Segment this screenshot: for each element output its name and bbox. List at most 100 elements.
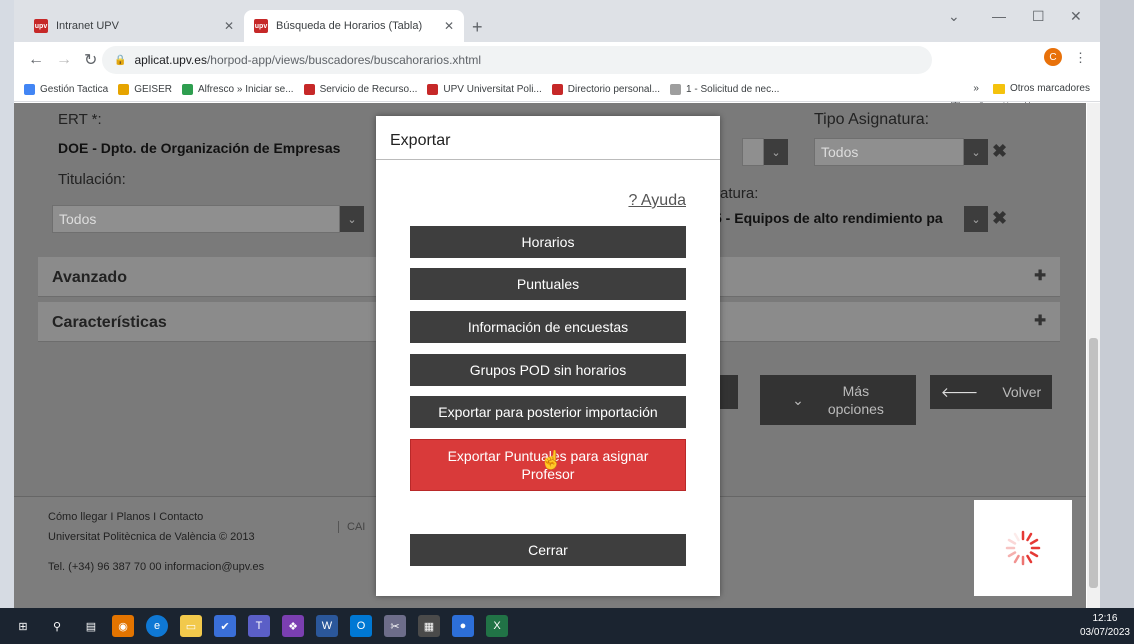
accordion-label: Características [52, 314, 167, 331]
mas-label: Más [842, 383, 870, 399]
upv-favicon-icon: upv [254, 19, 268, 33]
clock-time: 12:16 [1092, 613, 1118, 624]
upv-favicon-icon: upv [34, 19, 48, 33]
grupos-pod-button[interactable]: Grupos POD sin horarios [410, 354, 686, 386]
excel-icon[interactable]: X [486, 615, 508, 637]
export-dialog: Exportar ? Ayuda Horarios Puntuales Info… [376, 116, 720, 596]
tab-search-icon[interactable]: ⌄ [948, 8, 960, 25]
footer-contact: Tel. (+34) 96 387 70 00 informacion@upv.… [48, 561, 265, 573]
chevron-down-icon[interactable]: ⌄ [340, 206, 364, 232]
lock-icon: 🔒 [114, 54, 127, 66]
tab-strip: upv Intranet UPV ✕ upv Búsqueda de Horar… [14, 0, 1100, 42]
bookmarks-bar: Gestión Tactica GEISER Alfresco » Inicia… [14, 78, 1100, 102]
arrow-left-icon: 🡐 [940, 383, 979, 400]
ert-select-tail[interactable] [742, 138, 764, 166]
volver-label: Volver [1002, 384, 1042, 400]
edge-icon[interactable]: e [146, 615, 168, 637]
bookmark-item[interactable]: Alfresco » Iniciar se... [181, 84, 294, 95]
reload-icon[interactable]: ↻ [84, 50, 98, 70]
task-view-icon[interactable]: ▤ [80, 615, 102, 637]
mas-opciones-button[interactable]: ⌄ Más opciones [760, 375, 916, 425]
close-window-icon[interactable]: ✕ [1070, 8, 1082, 25]
desktop-right-edge [1100, 0, 1134, 608]
footer-copyright: Universitat Politècnica de València © 20… [48, 531, 255, 543]
outlook-icon[interactable]: O [350, 615, 372, 637]
dialog-title: Exportar [376, 116, 720, 160]
ert-label: ERT *: [58, 111, 102, 128]
desktop-left-edge [0, 0, 14, 608]
other-bookmarks[interactable]: » Otros marcadores [973, 83, 1090, 94]
scrollbar-thumb[interactable] [1089, 338, 1098, 588]
forward-icon[interactable]: → [56, 51, 72, 69]
titulacion-select[interactable]: Todos [52, 205, 340, 233]
new-tab-icon[interactable]: + [472, 17, 483, 38]
exportar-importacion-button[interactable]: Exportar para posterior importación [410, 396, 686, 428]
clear-tipo-icon[interactable]: ✖ [992, 141, 1007, 162]
todo-icon[interactable]: ✔ [214, 615, 236, 637]
clock-date: 03/07/2023 [1079, 627, 1130, 638]
profile-avatar[interactable]: C [1044, 48, 1062, 66]
url-path: /horpod-app/views/buscadores/buscahorari… [206, 53, 482, 67]
bookmark-icon [303, 84, 315, 95]
maximize-icon[interactable]: ☐ [1032, 8, 1045, 25]
tipo-asignatura-select[interactable]: Todos [814, 138, 964, 166]
chevron-down-icon[interactable]: ⌄ [764, 139, 788, 165]
calculator-icon[interactable]: ▦ [418, 615, 440, 637]
close-tab-icon[interactable]: ✕ [444, 19, 454, 33]
app-icon[interactable]: ❖ [282, 615, 304, 637]
tab-intranet[interactable]: upv Intranet UPV ✕ [24, 10, 244, 42]
campus-logo: CAI [338, 521, 365, 533]
chevron-down-icon: ⌄ [792, 391, 804, 408]
tipo-asignatura-label: Tipo Asignatura: [814, 111, 930, 128]
address-bar[interactable]: 🔒 aplicat.upv.es /horpod-app/views/busca… [102, 46, 932, 74]
chevron-down-icon[interactable]: ⌄ [964, 206, 988, 232]
bookmark-icon [551, 84, 563, 95]
loading-spinner [974, 500, 1072, 596]
bookmark-icon [24, 84, 35, 95]
cerrar-button[interactable]: Cerrar [410, 534, 686, 566]
expand-icon[interactable]: ✚ [1034, 267, 1046, 284]
minimize-icon[interactable]: — [992, 8, 1006, 24]
menu-icon[interactable]: ⋮ [1074, 50, 1087, 66]
horarios-button[interactable]: Horarios [410, 226, 686, 258]
volver-button[interactable]: 🡐 Volver [930, 375, 1052, 409]
puntuales-button[interactable]: Puntuales [410, 268, 686, 300]
bookmark-item[interactable]: UPV Universitat Poli... [427, 84, 542, 95]
chevron-down-icon[interactable]: ⌄ [964, 139, 988, 165]
bookmark-icon [118, 84, 130, 95]
clear-asignatura-icon[interactable]: ✖ [992, 208, 1007, 229]
bookmark-item[interactable]: Directorio personal... [551, 84, 660, 95]
browser-toolbar: ← → ↻ 🔒 aplicat.upv.es /horpod-app/views… [14, 42, 1100, 109]
titulacion-label: Titulación: [58, 171, 126, 188]
close-tab-icon[interactable]: ✕ [224, 19, 234, 33]
windows-taskbar: ⊞ ⚲ ▤ ◉ e ▭ ✔ T ❖ W O ✂ ▦ ● X 12:16 03/0… [0, 608, 1134, 644]
spinner-icon [1005, 530, 1041, 566]
bookmark-icon [670, 84, 682, 95]
hand-cursor-icon: ☝ [540, 450, 563, 470]
footer-links[interactable]: Cómo llegar I Planos I Contacto [48, 511, 203, 523]
tab-title: Intranet UPV [56, 20, 119, 32]
bookmark-item[interactable]: GEISER [118, 84, 172, 95]
word-icon[interactable]: W [316, 615, 338, 637]
back-icon[interactable]: ← [28, 51, 44, 69]
snip-tool-icon[interactable]: ✂ [384, 615, 406, 637]
page-scrollbar[interactable] [1087, 103, 1100, 618]
bookmark-icon [427, 84, 439, 95]
tab-busqueda[interactable]: upv Búsqueda de Horarios (Tabla) ✕ [244, 10, 464, 42]
teams-icon[interactable]: T [248, 615, 270, 637]
chrome-icon[interactable]: ◉ [112, 615, 134, 637]
file-explorer-icon[interactable]: ▭ [180, 615, 202, 637]
bookmarks-overflow[interactable]: » [973, 83, 979, 94]
app2-icon[interactable]: ● [452, 615, 474, 637]
bookmark-item[interactable]: Gestión Tactica [24, 84, 108, 95]
search-icon[interactable]: ⚲ [46, 615, 68, 637]
help-link[interactable]: ? Ayuda [628, 192, 686, 210]
windows-start-icon[interactable]: ⊞ [12, 615, 34, 637]
bookmark-item[interactable]: Servicio de Recurso... [303, 84, 417, 95]
system-clock[interactable]: 12:16 03/07/2023 [1080, 612, 1130, 640]
bookmark-item[interactable]: 1 - Solicitud de nec... [670, 84, 779, 95]
expand-icon[interactable]: ✚ [1034, 312, 1046, 329]
asignatura-select[interactable]: 5 - Equipos de alto rendimiento pa [708, 205, 964, 233]
ert-select[interactable]: DOE - Dpto. de Organización de Empresas [52, 135, 372, 163]
informacion-encuestas-button[interactable]: Información de encuestas [410, 311, 686, 343]
